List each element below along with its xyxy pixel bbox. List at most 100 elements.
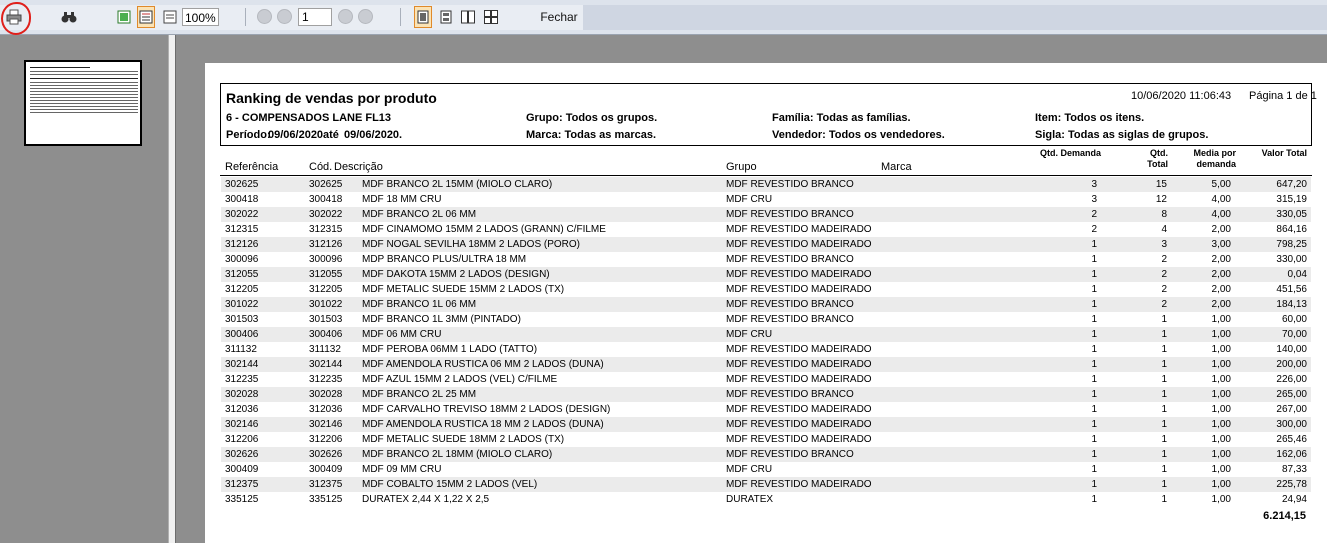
cell-media: 1,00 — [1211, 449, 1231, 460]
pane-splitter[interactable] — [168, 35, 176, 543]
table-row: 312375 312375 MDF COBALTO 15MM 2 LADOS (VE… — [221, 477, 1311, 492]
close-button[interactable]: Fechar — [537, 6, 581, 28]
cell-descricao: MDF COBALTO 15MM 2 LADOS (VEL) — [362, 479, 538, 490]
cell-descricao: MDF METALIC SUEDE 15MM 2 LADOS (TX) — [362, 284, 565, 295]
cell-grupo: MDF REVESTIDO MADEIRADO BI — [726, 239, 873, 250]
cell-descricao: MDF DAKOTA 15MM 2 LADOS (DESIGN) — [362, 269, 550, 280]
cell-descricao: MDF METALIC SUEDE 18MM 2 LADOS (TX) — [362, 434, 565, 445]
cell-grupo: MDF REVESTIDO MADEIRADO BI — [726, 374, 873, 385]
filter-sigla: Sigla: Todas as siglas de grupos. — [1035, 129, 1209, 141]
first-page-button[interactable] — [257, 9, 272, 24]
multi-page-button[interactable] — [483, 6, 499, 28]
next-page-button[interactable] — [338, 9, 353, 24]
page-thumbnail[interactable] — [24, 60, 142, 146]
single-page-icon — [417, 10, 429, 24]
cell-qtd-demanda: 1 — [1091, 374, 1097, 385]
cell-valor-total: 330,00 — [1276, 254, 1307, 265]
table-row: 302022 302022 MDF BRANCO 2L 06 MM MDF REVES… — [221, 207, 1311, 222]
facing-pages-button[interactable] — [460, 6, 476, 28]
cell-qtd-demanda: 1 — [1091, 494, 1097, 505]
cell-valor-total: 267,00 — [1276, 404, 1307, 415]
report-table-body: 302625 302625 MDF BRANCO 2L 15MM (MIOLO CL… — [221, 177, 1311, 507]
actual-size-button[interactable] — [162, 6, 178, 28]
table-row: 302626 302626 MDF BRANCO 2L 18MM (MIOLO CL… — [221, 447, 1311, 462]
cell-grupo: MDF REVESTIDO BRANCO — [726, 209, 854, 220]
cell-grupo: MDF CRU — [726, 194, 773, 205]
period-from: 09/06/2020 — [268, 129, 324, 141]
period-label: Período: — [226, 129, 271, 141]
cell-grupo: MDF REVESTIDO BRANCO — [726, 389, 854, 400]
filter-grupo: Grupo: Todos os grupos. — [526, 112, 658, 124]
cell-qtd-total: 1 — [1161, 314, 1167, 325]
cell-cod: 302028 — [309, 389, 343, 400]
cell-cod: 301022 — [309, 299, 343, 310]
cell-cod: 302626 — [309, 449, 343, 460]
cell-media: 3,00 — [1211, 239, 1231, 250]
cell-descricao: MDF BRANCO 2L 25 MM — [362, 389, 477, 400]
cell-qtd-demanda: 1 — [1091, 269, 1097, 280]
page-number-input[interactable] — [298, 8, 332, 26]
col-media-line1: Media por — [1193, 148, 1236, 158]
previous-page-button[interactable] — [277, 9, 292, 24]
zoom-field[interactable]: 100% — [182, 8, 219, 26]
last-page-button[interactable] — [358, 9, 373, 24]
cell-valor-total: 300,00 — [1276, 419, 1307, 430]
cell-descricao: DURATEX 2,44 X 1,22 X 2,5 — [362, 494, 490, 505]
cell-media: 4,00 — [1211, 209, 1231, 220]
cell-qtd-demanda: 1 — [1091, 419, 1097, 430]
page-width-button[interactable] — [116, 6, 132, 28]
cell-grupo: MDF CRU — [726, 464, 773, 475]
cell-referencia: 302022 — [225, 209, 259, 220]
cell-referencia: 300418 — [225, 194, 259, 205]
continuous-view-button[interactable] — [438, 6, 454, 28]
cell-media: 2,00 — [1211, 299, 1231, 310]
cell-valor-total: 798,25 — [1276, 239, 1307, 250]
col-qtd-demanda: Qtd. Demanda — [1040, 148, 1102, 158]
cell-descricao: MDF AMENDOLA RUSTICA 06 MM 2 LADOS (DUNA… — [362, 359, 604, 370]
cell-valor-total: 265,46 — [1276, 434, 1307, 445]
single-page-view-button[interactable] — [414, 6, 432, 28]
table-row: 302144 302144 MDF AMENDOLA RUSTICA 06 MM 2… — [221, 357, 1311, 372]
cell-media: 2,00 — [1211, 284, 1231, 295]
cell-descricao: MDP BRANCO PLUS/ULTRA 18 MM — [362, 254, 527, 265]
cell-referencia: 302144 — [225, 359, 259, 370]
col-marca: Marca — [881, 161, 912, 173]
col-qtd-total-line2: Total — [1147, 159, 1168, 169]
binoculars-icon — [61, 12, 77, 23]
cell-qtd-total: 8 — [1161, 209, 1167, 220]
cell-descricao: MDF AMENDOLA RUSTICA 18 MM 2 LADOS (DUNA… — [362, 419, 604, 430]
cell-cod: 335125 — [309, 494, 343, 505]
whole-page-button[interactable] — [137, 6, 155, 28]
cell-media: 2,00 — [1211, 224, 1231, 235]
multi-page-icon — [484, 10, 498, 24]
table-row: 302625 302625 MDF BRANCO 2L 15MM (MIOLO CL… — [221, 177, 1311, 192]
cell-valor-total: 315,19 — [1276, 194, 1307, 205]
cell-descricao: MDF 09 MM CRU — [362, 464, 442, 475]
grand-total: 6.214,15 — [1263, 510, 1306, 522]
cell-qtd-total: 1 — [1161, 494, 1167, 505]
cell-qtd-demanda: 3 — [1091, 179, 1097, 190]
cell-descricao: MDF BRANCO 2L 15MM (MIOLO CLARO) — [362, 179, 553, 190]
cell-qtd-total: 15 — [1155, 179, 1167, 190]
cell-grupo: MDF REVESTIDO BRANCO — [726, 179, 854, 190]
header-left-border — [220, 83, 221, 146]
cell-qtd-total: 4 — [1161, 224, 1167, 235]
cell-grupo: MDF CRU — [726, 329, 773, 340]
cell-referencia: 335125 — [225, 494, 259, 505]
whole-page-icon — [139, 10, 153, 24]
table-row: 300418 300418 MDF 18 MM CRU MDF CRU 3 12 4,00 3… — [221, 192, 1311, 207]
cell-grupo: MDF REVESTIDO BRANCO — [726, 449, 854, 460]
table-row: 300096 300096 MDP BRANCO PLUS/ULTRA 18 MM M… — [221, 252, 1311, 267]
cell-cod: 312036 — [309, 404, 343, 415]
cell-referencia: 301503 — [225, 314, 259, 325]
cell-cod: 300409 — [309, 464, 343, 475]
table-row: 312205 312205 MDF METALIC SUEDE 15MM 2 LAD… — [221, 282, 1311, 297]
filter-familia: Família: Todas as famílias. — [772, 112, 911, 124]
cell-valor-total: 200,00 — [1276, 359, 1307, 370]
cell-qtd-total: 1 — [1161, 449, 1167, 460]
find-button[interactable] — [60, 6, 78, 28]
cell-valor-total: 226,00 — [1276, 374, 1307, 385]
cell-referencia: 302028 — [225, 389, 259, 400]
company-name: 6 - COMPENSADOS LANE FL13 — [226, 112, 392, 124]
cell-media: 1,00 — [1211, 344, 1231, 355]
